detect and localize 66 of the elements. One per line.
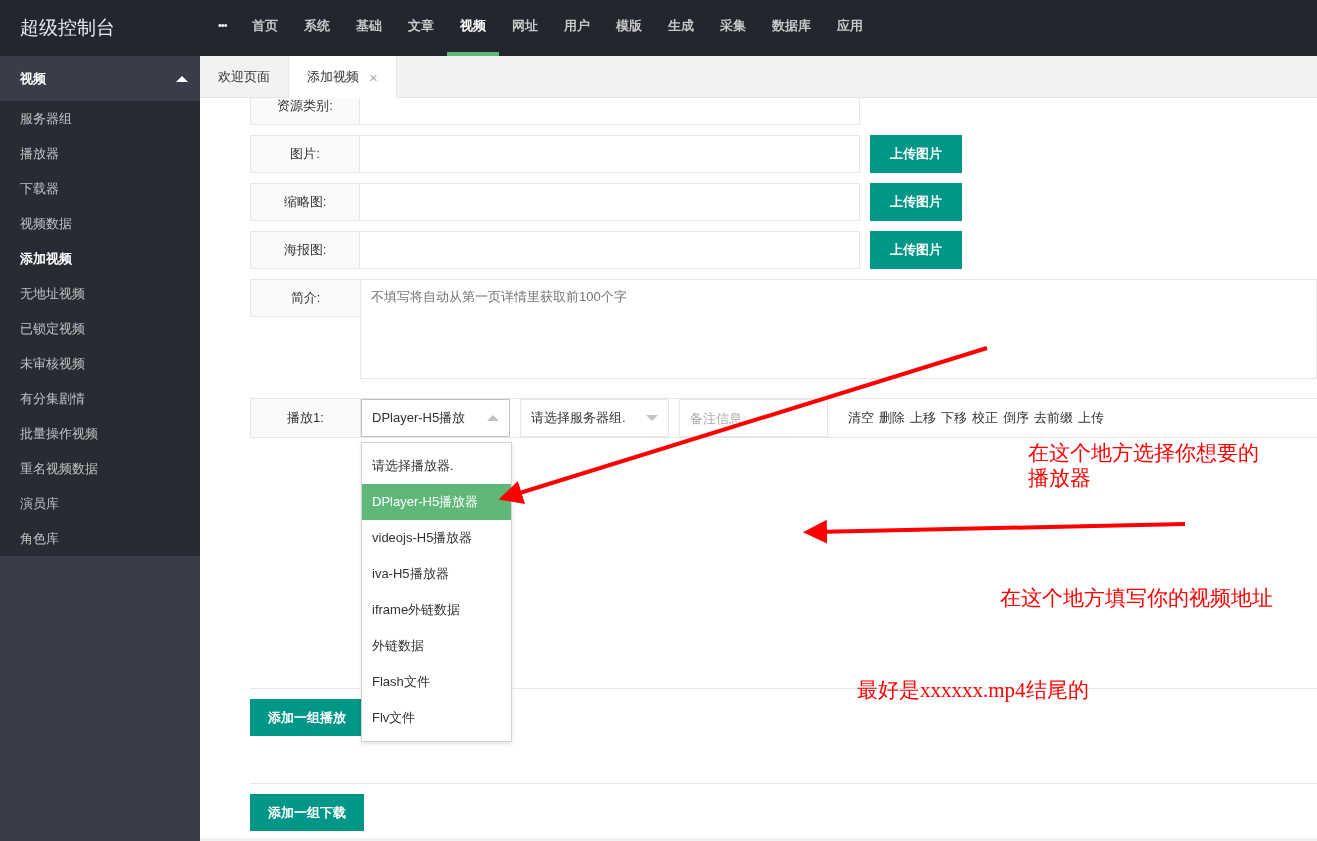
action-link[interactable]: 校正	[972, 409, 998, 427]
annotation-text: 在这个地方填写你的视频地址	[1000, 586, 1274, 611]
nav-tab[interactable]: 生成	[654, 0, 707, 56]
sidebar-item[interactable]: 下载器	[0, 171, 200, 206]
nav-tab[interactable]: 模版	[602, 0, 655, 56]
action-link[interactable]: 去前缀	[1034, 409, 1073, 427]
dropdown-option[interactable]: iva-H5播放器	[362, 556, 511, 592]
page-tab[interactable]: 添加视频 ×	[289, 56, 397, 98]
field-label: 简介:	[250, 279, 360, 317]
sidebar-item[interactable]: 无地址视频	[0, 276, 200, 311]
field-label: 资源类别:	[250, 98, 360, 125]
nav-tab[interactable]: 首页	[238, 0, 291, 56]
nav-tab[interactable]: 数据库	[758, 0, 824, 56]
summary-field[interactable]: 不填写将自动从第一页详情里获取前100个字	[360, 279, 1317, 379]
sidebar-item[interactable]: 重名视频数据	[0, 451, 200, 486]
section-label: 视频	[20, 69, 46, 88]
input-field[interactable]	[360, 98, 860, 125]
dropdown-option[interactable]: 外链数据	[362, 628, 511, 664]
server-select[interactable]: 请选择服务器组.	[520, 399, 669, 437]
more-menu[interactable]: •••	[200, 0, 239, 56]
nav-tab[interactable]: 采集	[706, 0, 759, 56]
sidebar-item[interactable]: 有分集剧情	[0, 381, 200, 416]
action-link[interactable]: 清空	[848, 409, 874, 427]
input-field[interactable]	[360, 183, 860, 221]
sidebar-item[interactable]: 角色库	[0, 521, 200, 556]
action-link[interactable]: 倒序	[1003, 409, 1029, 427]
field-label: 播放1:	[251, 399, 361, 437]
nav-tab[interactable]: 应用	[823, 0, 876, 56]
action-link[interactable]: 上移	[910, 409, 936, 427]
field-label: 海报图:	[250, 231, 360, 269]
upload-button[interactable]: 上传图片	[870, 231, 962, 269]
sidebar-item[interactable]: 添加视频	[0, 241, 200, 276]
upload-button[interactable]: 上传图片	[870, 183, 962, 221]
add-play-button[interactable]: 添加一组播放	[250, 699, 364, 736]
dropdown-option[interactable]: Flash文件	[362, 664, 511, 700]
dropdown-option[interactable]: Flv文件	[362, 700, 511, 736]
input-field[interactable]	[360, 135, 860, 173]
sidebar-item[interactable]: 未审核视频	[0, 346, 200, 381]
caret-icon	[176, 75, 188, 82]
sidebar-item[interactable]: 已锁定视频	[0, 311, 200, 346]
action-link[interactable]: 下移	[941, 409, 967, 427]
sidebar-item[interactable]: 批量操作视频	[0, 416, 200, 451]
annotation-text: 最好是xxxxxx.mp4结尾的	[857, 678, 1090, 703]
sidebar-item[interactable]: 播放器	[0, 136, 200, 171]
action-link[interactable]: 上传	[1078, 409, 1104, 427]
nav-tab[interactable]: 基础	[342, 0, 395, 56]
nav-tab[interactable]: 系统	[290, 0, 343, 56]
add-download-button[interactable]: 添加一组下载	[250, 794, 364, 831]
caret-icon	[646, 415, 658, 421]
field-label: 图片:	[250, 135, 360, 173]
dropdown-option[interactable]: iframe外链数据	[362, 592, 511, 628]
field-label: 缩略图:	[250, 183, 360, 221]
nav-tab[interactable]: 网址	[498, 0, 551, 56]
caret-icon	[487, 415, 499, 421]
annotation-text: 在这个地方选择你想要的播放器	[1028, 441, 1260, 491]
input-field[interactable]	[360, 231, 860, 269]
upload-button[interactable]: 上传图片	[870, 135, 962, 173]
sidebar-item[interactable]: 演员库	[0, 486, 200, 521]
dropdown-option[interactable]: videojs-H5播放器	[362, 520, 511, 556]
sidebar-item[interactable]: 视频数据	[0, 206, 200, 241]
action-link[interactable]: 删除	[879, 409, 905, 427]
dropdown-option[interactable]: 请选择播放器.	[362, 448, 511, 484]
nav-tab[interactable]: 用户	[550, 0, 603, 56]
sidebar-item[interactable]: 服务器组	[0, 101, 200, 136]
app-title: 超级控制台	[19, 16, 116, 40]
nav-tab[interactable]: 文章	[394, 0, 447, 56]
